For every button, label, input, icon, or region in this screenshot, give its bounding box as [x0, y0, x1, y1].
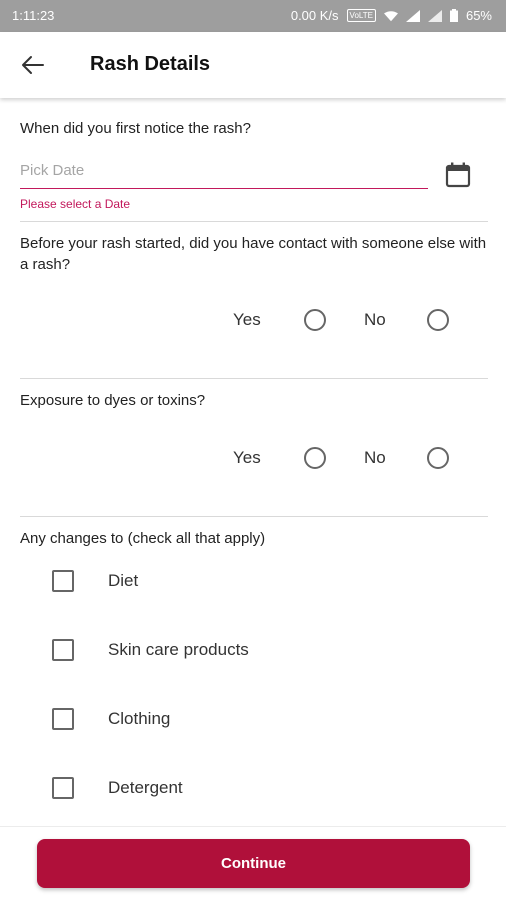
- changes-question: Any changes to (check all that apply): [20, 530, 266, 547]
- checkbox-box[interactable]: [52, 639, 74, 661]
- contact-no-label: No: [364, 310, 386, 329]
- arrow-back-icon: [22, 56, 44, 74]
- contact-yes-radio[interactable]: [304, 309, 326, 331]
- battery-icon: [449, 9, 458, 22]
- back-button[interactable]: [18, 52, 48, 78]
- network-speed: 0.00 K/s: [290, 8, 339, 23]
- signal-icon: [405, 9, 420, 22]
- checkbox-box[interactable]: [52, 570, 74, 592]
- divider: [20, 516, 488, 517]
- app-bar: Rash Details: [0, 32, 506, 98]
- date-field[interactable]: [20, 153, 428, 189]
- exposure-no-label: No: [364, 448, 386, 467]
- exposure-question: Exposure to dyes or toxins?: [20, 392, 206, 409]
- checkbox-box[interactable]: [52, 708, 74, 730]
- checkbox-label: Diet: [108, 571, 139, 590]
- page-title: Rash Details: [90, 53, 211, 75]
- status-icons: 0.00 K/s VoLTE 65%: [291, 8, 492, 23]
- wifi-icon: [383, 10, 398, 21]
- contact-no-radio[interactable]: [427, 309, 449, 331]
- contact-yes-label: Yes: [233, 310, 261, 329]
- checkbox-detergent[interactable]: Detergent: [52, 775, 472, 801]
- continue-button[interactable]: Continue: [37, 839, 470, 888]
- bottom-bar: Continue: [0, 826, 506, 900]
- status-time: 1:11:23: [12, 8, 55, 23]
- checkbox-box[interactable]: [52, 777, 74, 799]
- checkbox-label: Clothing: [108, 709, 171, 728]
- battery-level: 65%: [465, 8, 492, 23]
- checkbox-skin-care-products[interactable]: Skin care products: [52, 637, 472, 663]
- divider: [20, 221, 488, 222]
- exposure-yes-label: Yes: [233, 448, 261, 467]
- exposure-yes-radio[interactable]: [304, 447, 326, 469]
- contact-question: Before your rash started, did you have c…: [20, 235, 487, 273]
- checkbox-clothing[interactable]: Clothing: [52, 706, 472, 732]
- status-bar: 1:11:23 0.00 K/s VoLTE 65%: [0, 0, 506, 32]
- checkbox-label: Detergent: [108, 778, 183, 797]
- checkbox-label: Skin care products: [108, 640, 249, 659]
- date-question: When did you first notice the rash?: [20, 120, 251, 137]
- divider: [20, 378, 488, 379]
- volte-badge: VoLTE: [346, 9, 376, 22]
- date-error-text: Please select a Date: [20, 197, 131, 211]
- signal-icon-2: [427, 9, 442, 22]
- checkbox-diet[interactable]: Diet: [52, 568, 472, 594]
- calendar-icon[interactable]: [444, 161, 472, 189]
- exposure-no-radio[interactable]: [427, 447, 449, 469]
